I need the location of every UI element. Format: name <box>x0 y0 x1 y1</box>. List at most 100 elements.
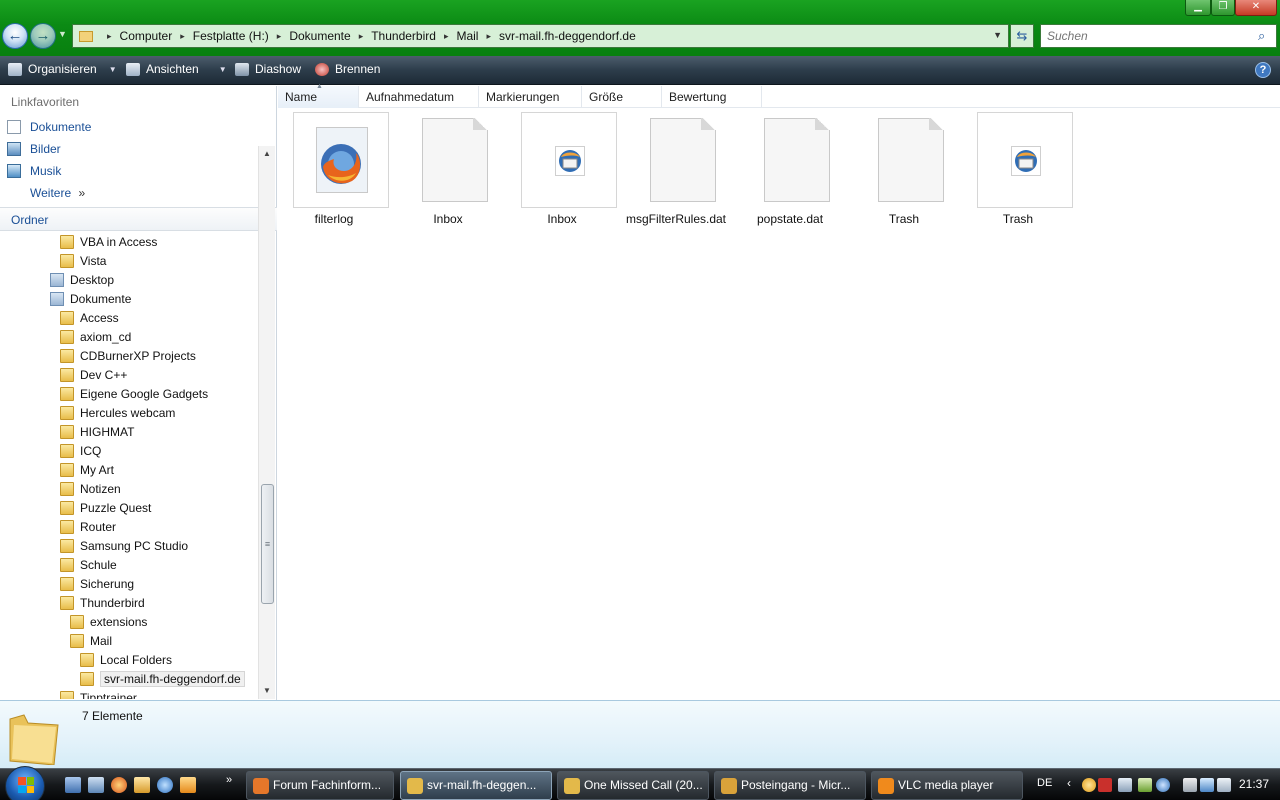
forward-button[interactable]: → <box>30 23 56 49</box>
views-button[interactable]: Ansichten ▼ <box>126 62 227 76</box>
recent-pages-dropdown[interactable]: ▼ <box>58 29 67 39</box>
tree-item[interactable]: Sicherung <box>60 574 134 593</box>
tree-item[interactable]: Eigene Google Gadgets <box>60 384 208 403</box>
favorite-documents[interactable]: Dokumente <box>7 120 91 134</box>
minimize-button[interactable]: ▁ <box>1185 0 1211 16</box>
breadcrumb-mail[interactable]: Mail <box>456 29 478 43</box>
tree-item[interactable]: CDBurnerXP Projects <box>60 346 196 365</box>
file-thumbnail[interactable] <box>521 112 617 208</box>
tree-item[interactable]: Tipptrainer <box>60 688 137 699</box>
antivirus-icon[interactable] <box>1098 778 1112 792</box>
update-icon[interactable] <box>1138 778 1152 792</box>
file-thumbnail[interactable] <box>407 112 503 208</box>
folders-header[interactable]: Ordner ⌄ <box>0 207 277 231</box>
breadcrumb-separator[interactable]: ▸ <box>359 31 364 42</box>
tree-item[interactable]: Router <box>60 517 116 536</box>
tree-item[interactable]: Schule <box>60 555 117 574</box>
close-button[interactable]: ✕ <box>1235 0 1277 16</box>
refresh-button[interactable]: ⇆ <box>1010 24 1034 48</box>
file-thumbnail[interactable] <box>749 112 845 208</box>
breadcrumb-separator[interactable]: ▸ <box>107 31 112 42</box>
column-rating[interactable]: Bewertung <box>662 86 762 108</box>
more-favorites-link[interactable]: Weitere » <box>30 186 85 200</box>
back-button[interactable]: ← <box>2 23 28 49</box>
mail-icon[interactable] <box>134 777 150 793</box>
tree-item[interactable]: svr-mail.fh-deggendorf.de <box>80 669 245 688</box>
tree-item[interactable]: Puzzle Quest <box>60 498 151 517</box>
firefox-icon[interactable] <box>111 777 127 793</box>
taskbar-button[interactable]: One Missed Call (20... <box>557 771 709 800</box>
search-icon[interactable]: ⌕ <box>1258 28 1265 44</box>
scroll-up-arrow[interactable]: ▲ <box>259 146 275 162</box>
tree-item[interactable]: Local Folders <box>80 650 172 669</box>
show-desktop-icon[interactable] <box>65 777 81 793</box>
breadcrumb-drive[interactable]: Festplatte (H:) <box>193 29 269 43</box>
tray-expand-icon[interactable]: ‹ <box>1067 776 1071 790</box>
address-bar[interactable]: ▸ Computer ▸ Festplatte (H:) ▸ Dokumente… <box>72 24 1009 48</box>
breadcrumb-computer[interactable]: Computer <box>120 29 173 43</box>
tree-item[interactable]: VBA in Access <box>60 232 157 251</box>
taskbar-button[interactable]: svr-mail.fh-deggen... <box>400 771 552 800</box>
breadcrumb-thunderbird[interactable]: Thunderbird <box>371 29 436 43</box>
clock[interactable]: 21:37 <box>1239 777 1269 791</box>
tree-item[interactable]: Dev C++ <box>60 365 127 384</box>
breadcrumb-separator[interactable]: ▸ <box>444 31 449 42</box>
favorite-music[interactable]: Musik <box>7 164 61 178</box>
help-button[interactable]: ? <box>1255 62 1271 78</box>
library-icon <box>50 291 64 306</box>
tree-item[interactable]: Samsung PC Studio <box>60 536 188 555</box>
organize-button[interactable]: Organisieren ▼ <box>8 62 117 76</box>
favorite-pictures[interactable]: Bilder <box>7 142 61 156</box>
tray-app-icon[interactable] <box>1082 778 1096 792</box>
switch-windows-icon[interactable] <box>88 777 104 793</box>
burn-label: Brennen <box>335 62 381 76</box>
safely-remove-icon[interactable] <box>1183 778 1197 792</box>
messenger-icon[interactable] <box>1156 778 1170 792</box>
media-player-icon[interactable] <box>180 777 196 793</box>
tree-item[interactable]: Dokumente <box>50 289 131 308</box>
tree-item[interactable]: My Art <box>60 460 114 479</box>
tree-item[interactable]: Hercules webcam <box>60 403 175 422</box>
tree-item[interactable]: Mail <box>70 631 112 650</box>
breadcrumb-separator[interactable]: ▸ <box>486 31 491 42</box>
maximize-button[interactable]: ❐ <box>1211 0 1235 16</box>
volume-icon[interactable] <box>1217 778 1231 792</box>
tree-item[interactable]: Desktop <box>50 270 114 289</box>
folder-tree-scrollbar[interactable]: ▲ ≡ ▼ <box>258 146 275 699</box>
breadcrumb-current[interactable]: svr-mail.fh-deggendorf.de <box>499 29 636 43</box>
network-icon[interactable] <box>1200 778 1214 792</box>
quicklaunch-more-icon[interactable]: » <box>226 774 232 786</box>
column-tags[interactable]: Markierungen <box>479 86 582 108</box>
tree-item[interactable]: ICQ <box>60 441 101 460</box>
taskbar-button[interactable]: Posteingang - Micr... <box>714 771 866 800</box>
taskbar-button[interactable]: Forum Fachinform... <box>246 771 394 800</box>
device-icon[interactable] <box>1118 778 1132 792</box>
scroll-down-arrow[interactable]: ▼ <box>259 683 275 699</box>
tree-item[interactable]: Vista <box>60 251 106 270</box>
column-name[interactable]: ▲ Name <box>278 83 359 108</box>
file-thumbnail[interactable] <box>863 112 959 208</box>
scrollbar-thumb[interactable]: ≡ <box>261 484 274 604</box>
start-button[interactable] <box>5 766 45 800</box>
thunderbird-icon[interactable] <box>157 777 173 793</box>
tree-item[interactable]: extensions <box>70 612 147 631</box>
file-thumbnail[interactable] <box>293 112 389 208</box>
breadcrumb-documents[interactable]: Dokumente <box>289 29 350 43</box>
chevron-down-icon[interactable]: ▼ <box>993 30 1002 40</box>
file-thumbnail[interactable] <box>635 112 731 208</box>
breadcrumb-separator[interactable]: ▸ <box>277 31 282 42</box>
taskbar-button[interactable]: VLC media player <box>871 771 1023 800</box>
tree-item[interactable]: Thunderbird <box>60 593 145 612</box>
language-indicator[interactable]: DE <box>1037 777 1052 789</box>
tree-item[interactable]: HIGHMAT <box>60 422 134 441</box>
tree-item[interactable]: Notizen <box>60 479 121 498</box>
breadcrumb-separator[interactable]: ▸ <box>180 31 185 42</box>
column-date-taken[interactable]: Aufnahmedatum <box>359 86 479 108</box>
slideshow-button[interactable]: Diashow <box>235 62 301 76</box>
file-thumbnail[interactable] <box>977 112 1073 208</box>
tree-item[interactable]: Access <box>60 308 119 327</box>
tree-item[interactable]: axiom_cd <box>60 327 131 346</box>
burn-button[interactable]: Brennen <box>315 62 380 76</box>
column-size[interactable]: Größe <box>582 86 662 108</box>
search-input[interactable] <box>1040 24 1277 48</box>
